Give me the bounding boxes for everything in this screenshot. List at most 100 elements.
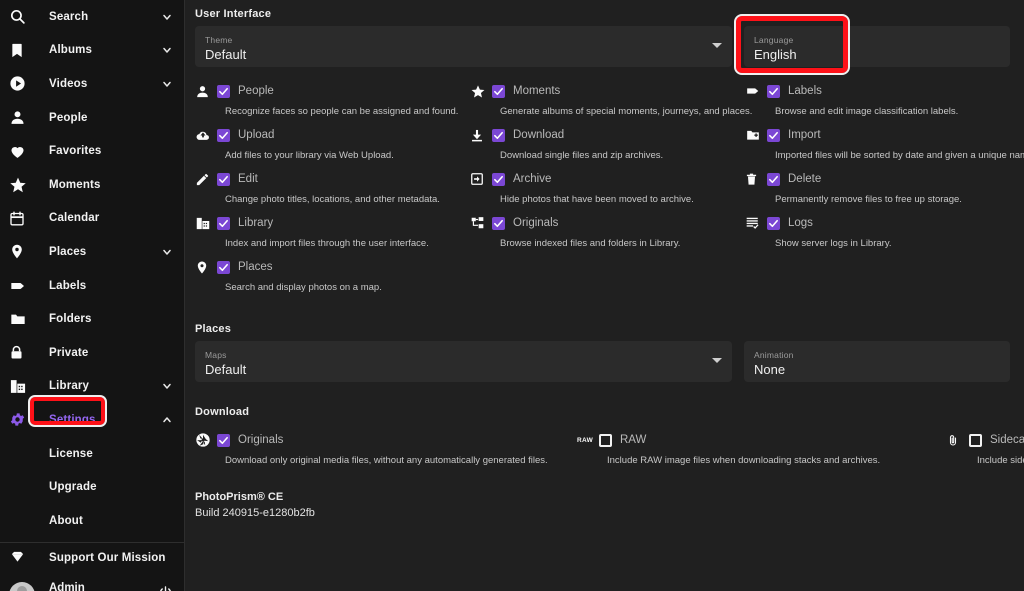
checkbox-import[interactable]	[767, 128, 780, 142]
feature-header[interactable]: Sidecar	[947, 430, 1024, 450]
feature-header[interactable]: Delete	[745, 169, 1020, 189]
checkbox-sidecar[interactable]	[969, 433, 982, 447]
feature-description: Permanently remove files to free up stor…	[775, 194, 962, 205]
feature-label: Edit	[238, 173, 258, 185]
sidebar-item-favorites[interactable]: Favorites	[0, 134, 184, 168]
sidebar-subitem-upgrade[interactable]: Upgrade	[0, 470, 184, 504]
build-version: Build 240915-e1280b2fb	[195, 507, 315, 519]
feature-delete: Delete Permanently remove files to free …	[745, 169, 1020, 213]
chevron-down-icon[interactable]	[712, 358, 722, 363]
feature-header[interactable]: Moments	[470, 81, 745, 101]
feature-library: Library Index and import files through t…	[195, 213, 470, 257]
maps-label: Maps	[205, 349, 227, 360]
avatar	[9, 581, 35, 591]
feature-header[interactable]: Download	[470, 125, 745, 145]
chevron-up-icon[interactable]	[160, 414, 174, 426]
feature-toggles-grid: People Recognize faces so people can be …	[185, 67, 1024, 301]
sidebar-item-search[interactable]: Search	[0, 0, 184, 34]
feature-header[interactable]: Edit	[195, 169, 470, 189]
sidebar-item-private[interactable]: Private	[0, 336, 184, 370]
language-label: Language	[754, 34, 794, 45]
feature-header[interactable]: Archive	[470, 169, 745, 189]
checkbox-moments[interactable]	[492, 84, 505, 98]
sidebar-item-settings[interactable]: Settings	[0, 395, 184, 437]
animation-select[interactable]: Animation None	[744, 341, 1010, 382]
sidebar-subitem-license[interactable]: License	[0, 437, 184, 471]
feature-header[interactable]: RAW RAW	[577, 430, 947, 450]
feature-header[interactable]: Library	[195, 213, 470, 233]
checkbox-download[interactable]	[492, 128, 505, 142]
user-account-row[interactable]: Admin admin	[0, 573, 184, 591]
download-option-sidecar: Sidecar Include sidecar file	[947, 430, 1024, 474]
feature-import: Import Imported files will be sorted by …	[745, 125, 1024, 169]
sidebar-item-videos[interactable]: Videos	[0, 67, 184, 101]
feature-column-2: Moments Generate albums of special momen…	[470, 81, 752, 301]
checkbox-edit[interactable]	[217, 172, 230, 186]
chevron-down-icon[interactable]	[160, 246, 174, 258]
cloud-upload-icon	[195, 128, 217, 143]
sidebar-item-moments[interactable]: Moments	[0, 168, 184, 202]
theme-select[interactable]: Theme Default	[195, 26, 732, 67]
photoprism-settings-page: Search Albums Videos People Favorites Mo…	[0, 0, 1024, 591]
user-name: Admin	[49, 581, 85, 591]
tag-icon	[9, 278, 35, 294]
feature-header[interactable]: Originals	[195, 430, 577, 450]
sidebar-subitem-about[interactable]: About	[0, 504, 184, 538]
sidebar-subitem-label: Upgrade	[49, 481, 97, 494]
sidebar-item-label: Settings	[49, 413, 96, 426]
animation-value: None	[754, 361, 786, 377]
archive-icon	[470, 172, 492, 186]
feature-header[interactable]: Upload	[195, 125, 470, 145]
feature-header[interactable]: People	[195, 81, 470, 101]
feature-description: Change photo titles, locations, and othe…	[225, 194, 440, 205]
chevron-down-icon[interactable]	[160, 78, 174, 90]
chevron-down-icon[interactable]	[712, 43, 722, 48]
sidebar-footer: Support Our Mission Admin admin	[0, 538, 184, 591]
sidebar-item-folders[interactable]: Folders	[0, 302, 184, 336]
support-our-mission-item[interactable]: Support Our Mission	[0, 543, 184, 573]
checkbox-places[interactable]	[217, 260, 230, 274]
feature-originals: Originals Browse indexed files and folde…	[470, 213, 745, 257]
checkbox-library[interactable]	[217, 216, 230, 230]
checkbox-labels[interactable]	[767, 84, 780, 98]
checkbox-delete[interactable]	[767, 172, 780, 186]
checkbox-people[interactable]	[217, 84, 230, 98]
chevron-down-icon[interactable]	[160, 380, 174, 392]
sidebar-item-places[interactable]: Places	[0, 235, 184, 269]
feature-label: Places	[238, 261, 273, 273]
sidebar-subitem-label: About	[49, 514, 83, 527]
maps-value: Default	[205, 361, 247, 377]
checkbox-download-originals[interactable]	[217, 433, 230, 447]
checkbox-upload[interactable]	[217, 128, 230, 142]
feature-header[interactable]: Import	[745, 125, 1020, 145]
person-icon	[195, 84, 217, 99]
feature-column-3: Labels Browse and edit image classificat…	[745, 81, 1024, 301]
sidebar-item-label: Library	[49, 380, 90, 393]
sidebar-item-albums[interactable]: Albums	[0, 34, 184, 68]
feature-header[interactable]: Places	[195, 257, 470, 277]
power-icon[interactable]	[158, 585, 174, 591]
feature-label: Download	[513, 129, 565, 141]
folder-plus-icon	[745, 128, 767, 142]
sidebar-item-library[interactable]: Library	[0, 370, 184, 404]
download-option-description: Include sidecar file	[977, 455, 1024, 466]
chevron-down-icon[interactable]	[160, 44, 174, 56]
trash-icon	[745, 172, 767, 187]
chevron-down-icon[interactable]	[160, 11, 174, 23]
download-option-description: Include RAW image files when downloading…	[607, 455, 881, 466]
language-select[interactable]: Language English	[734, 14, 1010, 75]
sidebar-item-labels[interactable]: Labels	[0, 269, 184, 303]
checkbox-logs[interactable]	[767, 216, 780, 230]
theme-value: Default	[205, 46, 247, 62]
feature-header[interactable]: Labels	[745, 81, 1020, 101]
maps-select[interactable]: Maps Default	[195, 341, 732, 382]
feature-header[interactable]: Originals	[470, 213, 745, 233]
feature-header[interactable]: Logs	[745, 213, 1020, 233]
sidebar-item-people[interactable]: People	[0, 101, 184, 135]
feature-label: Logs	[788, 217, 813, 229]
sidebar-item-calendar[interactable]: Calendar	[0, 202, 184, 236]
checkbox-originals[interactable]	[492, 216, 505, 230]
library-icon	[195, 216, 217, 231]
checkbox-raw[interactable]	[599, 433, 612, 447]
checkbox-archive[interactable]	[492, 172, 505, 186]
